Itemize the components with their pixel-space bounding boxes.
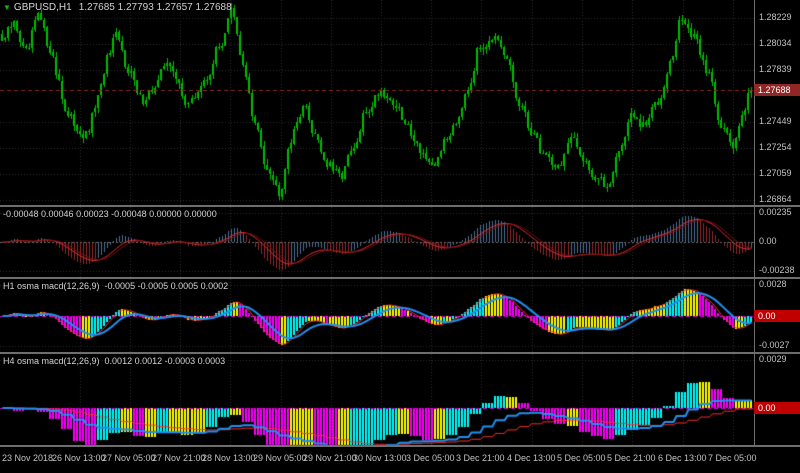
time-tick-label: 3 Dec 21:00 (456, 453, 505, 463)
time-tick-label: 7 Dec 05:00 (708, 453, 757, 463)
chart-title: ▼ GBPUSD,H1 1.27685 1.27793 1.27657 1.2768… (3, 2, 232, 13)
axis-tick-label: 0.00235 (759, 207, 792, 217)
time-axis[interactable]: 23 Nov 2018 26 Nov 13:00 27 Nov 05:00 27 No… (0, 447, 800, 473)
axis-tick-label: -0.0027 (759, 340, 790, 350)
axis-tick-label: 0.0028 (759, 279, 787, 289)
indicator-header-osma-h1: H1 osma macd(12,26,9) -0.0005 -0.0005 0.0… (3, 281, 228, 291)
ohlc-values: 1.27685 1.27793 1.27657 1.27688 (78, 2, 232, 13)
indicator-panel-macd[interactable]: -0.00048 0.00046 0.00023 -0.00048 0.0000… (0, 207, 754, 277)
symbol-marker-icon: ▼ (3, 3, 11, 12)
axis-tick-label: 1.27839 (759, 64, 792, 74)
indicator-values-macd: -0.00048 0.00046 0.00023 -0.00048 0.0000… (3, 209, 217, 219)
time-tick-label: 5 Dec 21:00 (607, 453, 656, 463)
axis-tick-label: 0.0029 (759, 354, 787, 364)
time-tick-label: 26 Nov 13:00 (52, 453, 106, 463)
osma-h4-current-value-label: 0.00 (754, 402, 800, 414)
time-tick-label: 3 Dec 05:00 (406, 453, 455, 463)
time-tick-label: 27 Nov 05:00 (102, 453, 156, 463)
panel-divider[interactable] (0, 205, 800, 207)
symbol-period-label: GBPUSD,H1 (13, 2, 72, 13)
time-tick-label: 4 Dec 13:00 (507, 453, 556, 463)
main-chart-panel[interactable]: ▼ GBPUSD,H1 1.27685 1.27793 1.27657 1.2768… (0, 0, 754, 205)
time-tick-label: 29 Nov 21:00 (303, 453, 357, 463)
time-tick-label: 29 Nov 05:00 (253, 453, 307, 463)
current-price-label: 1.27688 (754, 84, 800, 96)
indicator-values: -0.0005 -0.0005 0.0005 0.0002 (104, 281, 229, 291)
indicator-name: H1 osma macd(12,26,9) (3, 281, 100, 291)
axis-tick-label: 0.00 (759, 236, 777, 246)
time-tick-label: 28 Nov 13:00 (202, 453, 256, 463)
axis-tick-label: 1.28229 (759, 12, 792, 22)
axis-tick-label: 1.26864 (759, 194, 792, 204)
price-axis-separator (754, 0, 755, 447)
indicator-header-osma-h4: H4 osma macd(12,26,9) 0.0012 0.0012 -0.00… (3, 356, 225, 366)
axis-tick-label: 1.27449 (759, 116, 792, 126)
mt4-chart-window: ▼ GBPUSD,H1 1.27685 1.27793 1.27657 1.2768… (0, 0, 800, 473)
axis-tick-label: 1.27059 (759, 168, 792, 178)
indicator-values: 0.0012 0.0012 -0.0003 0.0003 (104, 356, 226, 366)
panel-divider[interactable] (0, 277, 800, 279)
axis-tick-label: -0.00238 (759, 265, 795, 275)
time-tick-label: 30 Nov 13:00 (353, 453, 407, 463)
osma-h1-current-value-label: 0.00 (754, 310, 800, 322)
indicator-name: H4 osma macd(12,26,9) (3, 356, 100, 366)
indicator-panel-osma-h4[interactable]: H4 osma macd(12,26,9) 0.0012 0.0012 -0.00… (0, 354, 754, 445)
price-axis[interactable]: 1.28229 1.28034 1.27839 1.27449 1.27254 1.270… (756, 0, 800, 447)
axis-tick-label: 1.28034 (759, 38, 792, 48)
axis-tick-label: 1.27254 (759, 142, 792, 152)
indicator-panel-osma-h1[interactable]: H1 osma macd(12,26,9) -0.0005 -0.0005 0.0… (0, 279, 754, 352)
panel-divider[interactable] (0, 352, 800, 354)
time-tick-label: 6 Dec 13:00 (658, 453, 707, 463)
time-tick-label: 23 Nov 2018 (2, 453, 54, 463)
time-tick-label: 27 Nov 21:00 (152, 453, 206, 463)
time-tick-label: 5 Dec 05:00 (557, 453, 606, 463)
